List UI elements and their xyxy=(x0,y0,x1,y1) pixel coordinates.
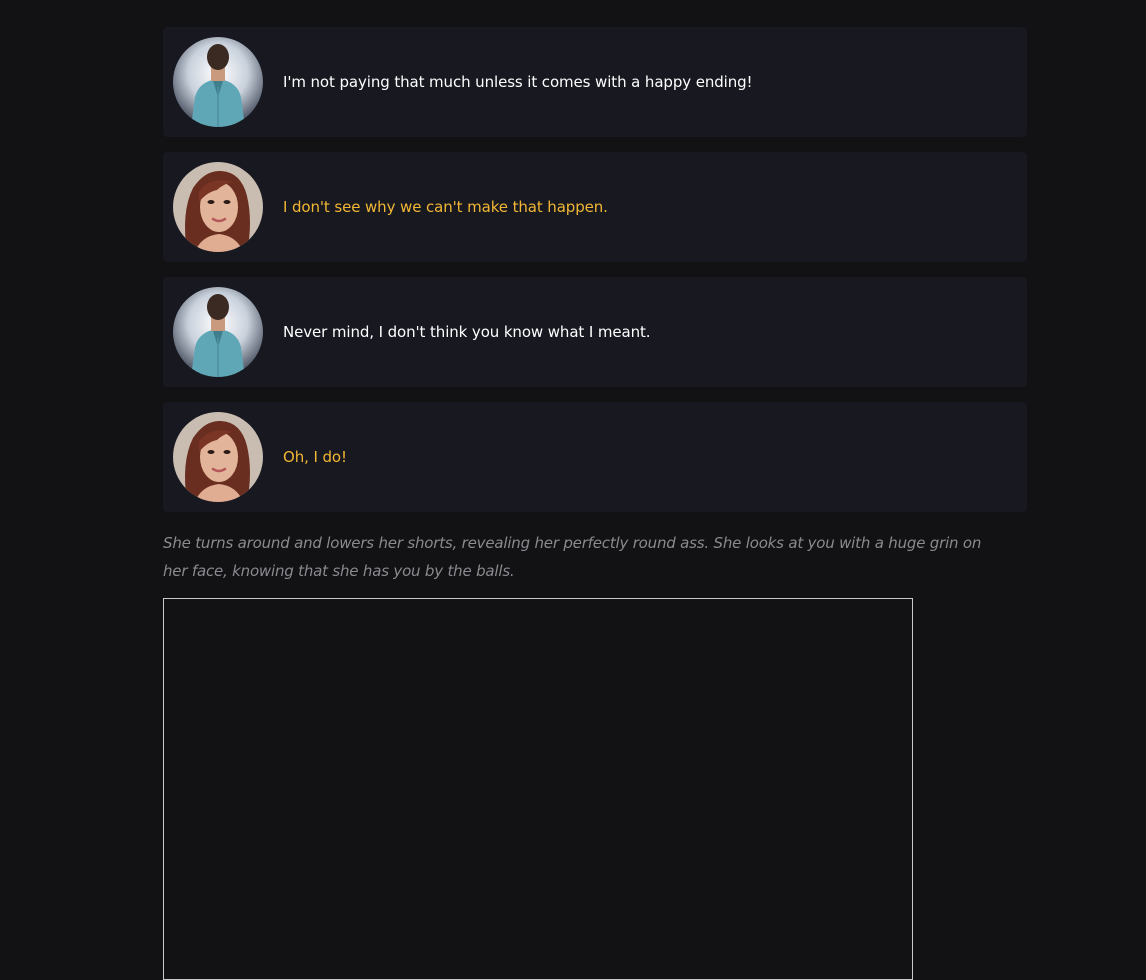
dialogue-text: Oh, I do! xyxy=(283,448,347,466)
man-back-avatar-icon xyxy=(173,287,263,377)
woman-portrait-avatar-icon xyxy=(173,412,263,502)
dialogue-text: Never mind, I don't think you know what … xyxy=(283,323,651,341)
dialogue-message: Never mind, I don't think you know what … xyxy=(163,277,1027,387)
media-frame[interactable] xyxy=(163,598,913,980)
dialogue-list: I'm not paying that much unless it comes… xyxy=(163,27,1027,527)
dialogue-text: I don't see why we can't make that happe… xyxy=(283,198,608,216)
narration-text: She turns around and lowers her shorts, … xyxy=(163,534,982,580)
dialogue-message: I don't see why we can't make that happe… xyxy=(163,152,1027,262)
woman-portrait-avatar-icon xyxy=(173,162,263,252)
dialogue-message: I'm not paying that much unless it comes… xyxy=(163,27,1027,137)
dialogue-text: I'm not paying that much unless it comes… xyxy=(283,73,753,91)
dialogue-message: Oh, I do! xyxy=(163,402,1027,512)
man-back-avatar-icon xyxy=(173,37,263,127)
